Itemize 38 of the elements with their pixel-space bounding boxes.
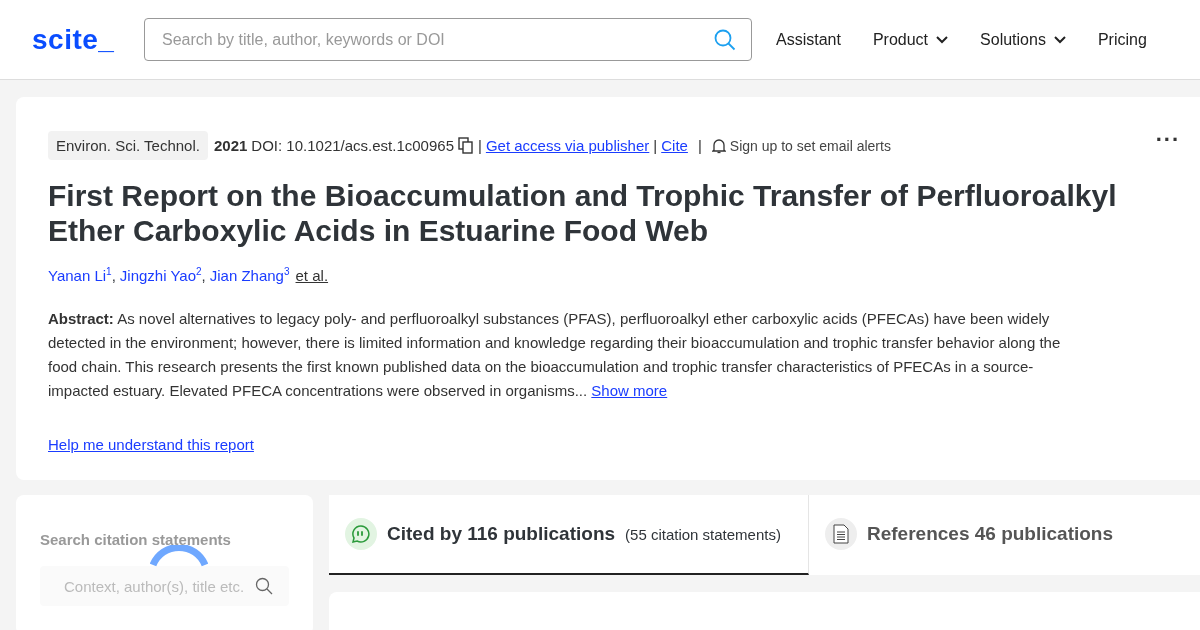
separator: | [653, 137, 658, 154]
separator: , [111, 267, 116, 284]
tab[interactable]: Cited by 116 publications (55 citation statements) [329, 495, 809, 575]
article-title: First Report on the Bioaccumulation and Trophic Transfer of Perfluoroalkyl Ether Carboxylic Acids in Estuarine Food Web [48, 178, 1118, 248]
nav-link[interactable]: Product [872, 30, 949, 49]
copy-icon[interactable] [458, 137, 474, 154]
search-icon[interactable] [714, 29, 736, 51]
bell-icon[interactable] [711, 137, 726, 154]
nav-link[interactable]: Solutions [980, 30, 1066, 49]
link[interactable]: Get access via publisher [485, 137, 650, 154]
journal-tag: Environ. Sci. Technol. [48, 131, 208, 160]
year: 2021 [213, 137, 248, 154]
help-link[interactable]: Help me understand this report [48, 436, 254, 453]
search-icon[interactable] [255, 577, 273, 595]
nav-link[interactable]: Pricing [1097, 30, 1147, 49]
separator: | [478, 137, 482, 154]
quote-bubble-icon [345, 518, 377, 550]
link[interactable]: Cite [661, 137, 688, 154]
author-link[interactable]: Jingzhi Yao$^{2}$ [119, 266, 202, 284]
show-more-link[interactable]: Show more [591, 382, 668, 399]
chevron-down-icon [936, 35, 949, 44]
separator: | [697, 137, 702, 154]
chevron-down-icon [1053, 35, 1066, 44]
citation-search-field[interactable]: Context, author(s), title etc. [40, 566, 289, 606]
document-icon [825, 518, 857, 550]
nav-link[interactable]: Assistant [776, 30, 841, 49]
author-link[interactable]: Jian Zhang$^{3}$ [209, 266, 290, 284]
panel-heading: Search citation statements [40, 531, 232, 548]
more-options-button[interactable]: ... [1155, 121, 1180, 147]
et-al-link[interactable]: et al. [295, 267, 329, 284]
loading-spinner-icon [150, 545, 208, 567]
email-alert-link[interactable]: Sign up to set email alerts [729, 137, 891, 154]
search-field[interactable]: Search by title, author, keywords or DOI [144, 18, 752, 61]
doi: DOI: 10.1021/acs.est.1c00965 [251, 137, 454, 154]
author-link[interactable]: Yanan Li$^{1}$ [48, 266, 112, 284]
abstract: Abstract: As novel alternatives to legacy poly- and perfluoroalkyl substances (PFAS), perfluoroalkyl ether carboxylic acids (PFECAs) have been widely detected in the environment; however, there is limited information and knowledge regarding their bioaccumulation and trophic transfer behavior along the food chain. This research presents the first known published data on the bioaccumulation and trophic transfer characteristics of PFECAs in a source-impacted estuary. Elevated PFECA concentrations were observed in organisms... Show more [48, 309, 1062, 401]
separator: , [201, 267, 206, 284]
logo[interactable]: scite_ [32, 23, 144, 56]
